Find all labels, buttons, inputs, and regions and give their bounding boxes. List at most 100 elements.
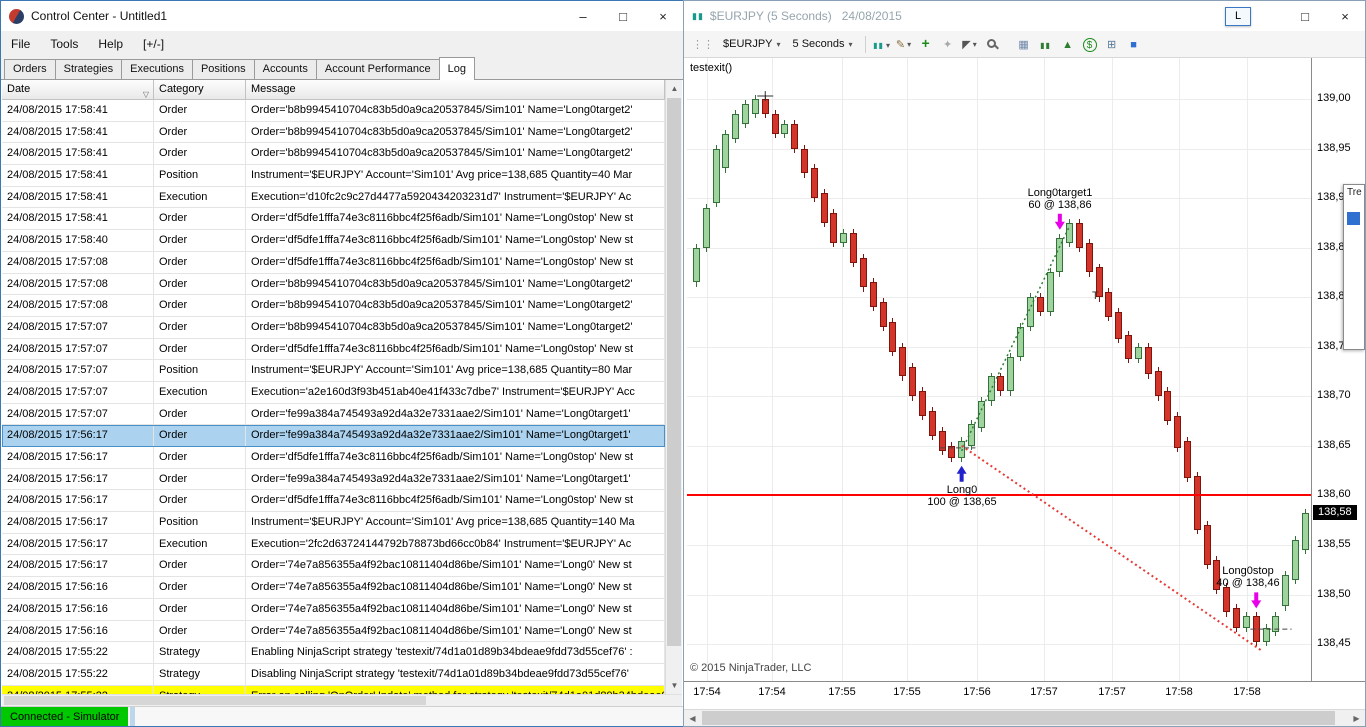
bar-chart-icon[interactable]: ▮▮ — [1036, 35, 1056, 55]
gridline — [687, 545, 1311, 546]
horizontal-line-drawing[interactable] — [687, 494, 1311, 496]
log-table-row[interactable]: 24/08/2015 17:57:08 Order Order='b8b994541… — [2, 273, 665, 296]
log-table-row[interactable]: 24/08/2015 17:57:07 Execution Execution='a… — [2, 381, 665, 404]
chart-horizontal-scrollbar[interactable]: ◀ ▶ — [684, 709, 1365, 726]
column-header-category[interactable]: Category — [154, 80, 246, 99]
control-center-window: Control Center - Untitled1 – □ × File To… — [0, 0, 684, 727]
time-axis-label: 17:54 — [758, 686, 786, 698]
chart-style-icon[interactable]: ▮▮ ▾ — [872, 35, 892, 55]
desktop: Control Center - Untitled1 – □ × File To… — [0, 0, 1366, 727]
drawing-tools-icon[interactable]: ✎ ▾ — [894, 34, 914, 54]
horizontal-scrollbar[interactable] — [2, 694, 682, 706]
candle — [929, 411, 936, 436]
log-table-row[interactable]: 24/08/2015 17:56:16 Order Order='74e7a8563… — [2, 620, 665, 643]
menu-plus-minus[interactable]: [+/-] — [133, 37, 174, 51]
log-table-row[interactable]: 24/08/2015 17:58:41 Order Order='b8b994541… — [2, 100, 665, 122]
execution-label: Long0target1 60 @ 138,86 — [1028, 187, 1093, 211]
cursor-icon[interactable]: ◤ ▾ — [960, 34, 980, 54]
log-table-row[interactable]: 24/08/2015 17:56:17 Order Order='df5dfe1ff… — [2, 447, 665, 469]
scroll-down-icon[interactable]: ▼ — [666, 677, 682, 694]
log-table-row[interactable]: 24/08/2015 17:56:17 Order Order='74e7a8563… — [2, 555, 665, 578]
price-axis[interactable]: 138,58 139,00 138,95 138,90 138,85 138,80 138… — [1311, 58, 1365, 681]
chart-scrollbar-thumb[interactable] — [702, 711, 1335, 725]
link-button[interactable]: L — [1225, 6, 1251, 26]
scroll-left-icon[interactable]: ◀ — [684, 710, 701, 726]
log-table-row[interactable]: 24/08/2015 17:58:41 Execution Execution='d… — [2, 186, 665, 209]
interval-selector[interactable]: 5 Seconds ▾ — [788, 36, 858, 52]
instrument-selector[interactable]: $EURJPY ▾ — [718, 36, 786, 52]
tab-positions[interactable]: Positions — [191, 59, 255, 79]
log-table-row[interactable]: 24/08/2015 17:57:07 Order Order='df5dfe1ff… — [2, 338, 665, 361]
log-table-row[interactable]: 24/08/2015 17:56:16 Order Order='74e7a8563… — [2, 577, 665, 599]
column-header-date[interactable]: Date ▽ — [2, 80, 154, 99]
grid-icon[interactable]: ⊞ — [1102, 34, 1122, 54]
log-table-row[interactable]: 24/08/2015 17:57:07 Position Instrument='$… — [2, 360, 665, 382]
candle — [860, 258, 867, 287]
log-table-row[interactable]: 24/08/2015 17:57:07 Order Order='b8b994541… — [2, 316, 665, 339]
tab-orders[interactable]: Orders — [4, 59, 56, 79]
scroll-up-icon[interactable]: ▲ — [666, 80, 682, 97]
scroll-right-icon[interactable]: ▶ — [1348, 710, 1365, 726]
dollar-icon[interactable]: $ — [1080, 35, 1100, 55]
log-table-row[interactable]: 24/08/2015 17:58:41 Order Order='df5dfe1ff… — [2, 208, 665, 231]
instrument-label: $EURJPY — [723, 38, 773, 50]
marker-icon[interactable]: ✦ — [938, 34, 958, 54]
log-table-row[interactable]: 24/08/2015 17:55:22StrategyError on call… — [2, 685, 665, 694]
tab-strategies[interactable]: Strategies — [54, 59, 123, 79]
log-table-row[interactable]: 24/08/2015 17:56:17 Position Instrument='$… — [2, 512, 665, 534]
candle — [1243, 616, 1250, 628]
log-table-row[interactable]: 24/08/2015 17:55:22 Strategy Enabling Ninj… — [2, 642, 665, 664]
log-table-row[interactable]: 24/08/2015 17:56:17 Order Order='fe99a384a… — [2, 425, 665, 447]
chart-titlebar[interactable]: ▮▮ $EURJPY (5 Seconds) 24/08/2015 L □ × — [684, 1, 1365, 31]
tab-executions[interactable]: Executions — [121, 59, 193, 79]
menu-help[interactable]: Help — [88, 37, 133, 51]
maximize-icon[interactable]: □ — [603, 1, 643, 31]
vertical-scrollbar[interactable]: ▲ ▼ — [665, 80, 682, 694]
layout-icon[interactable]: ▦ — [1014, 34, 1034, 54]
log-table-row[interactable]: 24/08/2015 17:55:22 Strategy Disabling Nin… — [2, 663, 665, 686]
log-table-row[interactable]: 24/08/2015 17:58:41 Position Instrument='$… — [2, 165, 665, 187]
time-axis[interactable]: 17:54 17:54 17:55 17:55 17:56 17:57 17:57 17:58… — [684, 681, 1365, 706]
chevron-down-icon: ▾ — [776, 39, 781, 49]
cell-message: Order='df5dfe1fffa74e3c8116bbc4f25f6adb/… — [246, 251, 665, 273]
chart-plot-area[interactable]: testexit() © 2015 NinjaTrader, LLC 138,5… — [684, 58, 1365, 681]
tab-account-performance[interactable]: Account Performance — [315, 59, 440, 79]
cell-category: Position — [154, 165, 246, 186]
zoom-icon[interactable] — [982, 33, 1002, 53]
tab-log[interactable]: Log — [438, 57, 475, 80]
log-table-row[interactable]: 24/08/2015 17:57:07 Order Order='fe99a384a… — [2, 403, 665, 426]
candle — [1292, 540, 1299, 580]
close-icon[interactable]: × — [643, 1, 683, 31]
tab-accounts[interactable]: Accounts — [253, 59, 317, 79]
layout-glyph: ▦ — [1018, 38, 1029, 51]
toolbar-grip-icon[interactable]: ⋮⋮ — [692, 38, 714, 51]
log-table-row[interactable]: 24/08/2015 17:56:17 Order Order='fe99a384a… — [2, 468, 665, 491]
minimize-icon[interactable]: – — [563, 1, 603, 31]
log-table-row[interactable]: 24/08/2015 17:57:08 Order Order='df5dfe1ff… — [2, 251, 665, 274]
close-icon[interactable]: × — [1325, 1, 1365, 31]
gridline — [687, 446, 1311, 447]
horizontal-scrollbar-thumb[interactable] — [4, 696, 426, 705]
log-table-row[interactable]: 24/08/2015 17:57:08 Order Order='b8b994541… — [2, 295, 665, 317]
candle — [703, 208, 710, 248]
log-table-row[interactable]: 24/08/2015 17:58:41 Order Order='b8b994541… — [2, 121, 665, 144]
log-table-row[interactable]: 24/08/2015 17:56:17 Order Order='df5dfe1ff… — [2, 490, 665, 513]
log-table-row[interactable]: 24/08/2015 17:58:40 Order Order='df5dfe1ff… — [2, 230, 665, 252]
area-chart-icon[interactable]: ▲ — [1058, 35, 1078, 55]
menu-file[interactable]: File — [1, 37, 40, 51]
column-header-message[interactable]: Message — [246, 80, 665, 99]
cell-category: Order — [154, 143, 246, 165]
log-table-row[interactable]: 24/08/2015 17:58:41 Order Order='b8b994541… — [2, 143, 665, 166]
cell-category: Order — [154, 598, 246, 620]
menu-tools[interactable]: Tools — [40, 37, 88, 51]
maximize-icon[interactable]: □ — [1285, 1, 1325, 31]
control-center-titlebar[interactable]: Control Center - Untitled1 – □ × — [1, 1, 683, 31]
cell-category: Order — [154, 316, 246, 338]
add-indicator-icon[interactable]: + — [916, 33, 936, 53]
log-table-row[interactable]: 24/08/2015 17:56:17 Execution Execution='2… — [2, 533, 665, 556]
log-table-row[interactable]: 24/08/2015 17:56:16 Order Order='74e7a8563… — [2, 598, 665, 621]
candle — [1027, 297, 1034, 327]
vertical-scrollbar-thumb[interactable] — [667, 98, 681, 646]
data-box-icon[interactable]: ■ — [1124, 35, 1144, 55]
floating-panel[interactable]: Tre — [1343, 184, 1365, 350]
